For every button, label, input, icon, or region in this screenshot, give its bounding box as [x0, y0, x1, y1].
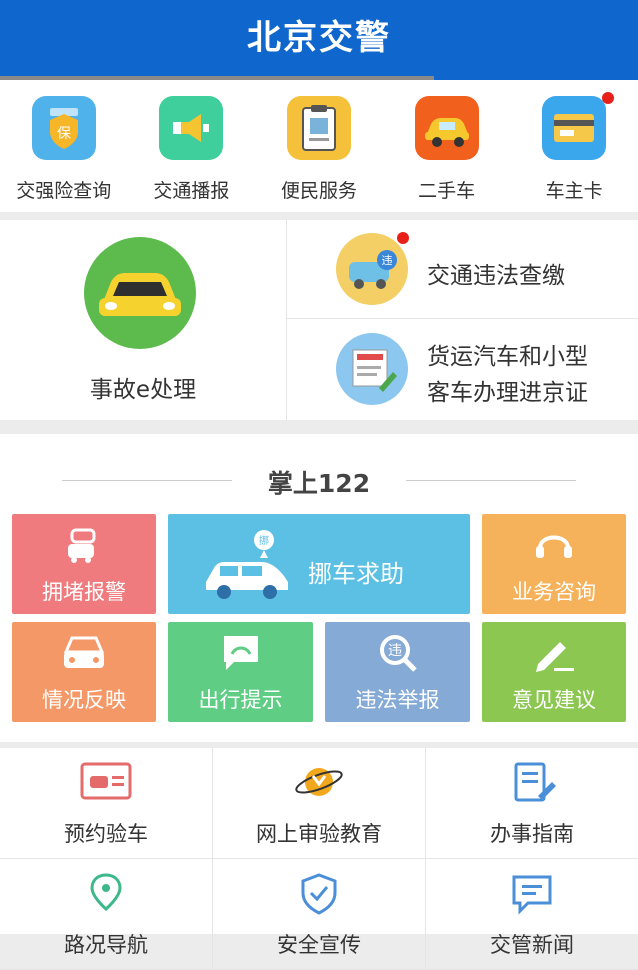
violation-report-label: 违法举报: [355, 688, 440, 712]
move-car-icon: 挪: [206, 530, 288, 599]
section-title: 掌上122: [267, 469, 371, 498]
online-education-label: 网上审验教育: [256, 822, 382, 846]
location-pin-icon: [90, 873, 122, 911]
suggestion-tile[interactable]: 意见建议: [482, 622, 626, 722]
business-consult-tile[interactable]: 业务咨询: [482, 514, 626, 614]
permit-label-line1: 货运汽车和小型: [427, 344, 588, 370]
situation-feedback-label: 情况反映: [42, 688, 126, 712]
vehicle-inspection-booking-label: 预约验车: [64, 822, 148, 846]
quick-services-row: 保 交强险查询 交通播报 便民服务 二手车 车主卡: [0, 80, 638, 212]
clipboard-id-icon: [286, 96, 351, 160]
notebook-pen-icon: [514, 762, 556, 802]
insurance-query-item[interactable]: 保 交强险查询: [0, 80, 128, 212]
online-education-item[interactable]: 网上审验教育: [213, 748, 426, 859]
cars-icon: [68, 528, 96, 563]
insurance-query-label: 交强险查询: [16, 180, 112, 202]
violation-query-label: 交通违法查缴: [427, 263, 565, 289]
pencil-icon: [536, 642, 574, 672]
insurance-shield-icon: 保: [31, 96, 96, 160]
travel-tips-label: 出行提示: [198, 688, 283, 712]
zhangshang-122-section: 掌上122 拥堵报警 挪 挪车求助 业务咨询 情况反映 出行提示 违 违法举报 …: [0, 434, 638, 742]
used-car-label: 二手车: [418, 180, 476, 202]
traffic-news-item[interactable]: 交管新闻: [426, 859, 638, 970]
car-icon: [414, 96, 479, 160]
page-title: 北京交警: [247, 18, 391, 58]
divider-right: [406, 480, 576, 481]
traffic-broadcast-item[interactable]: 交通播报: [128, 80, 256, 212]
svg-text:违: 违: [388, 643, 402, 659]
service-guide-item[interactable]: 办事指南: [426, 748, 638, 859]
notification-dot: [397, 232, 409, 244]
featured-services: 事故e处理 违 交通违法查缴 货运汽车和小型 客车办理进京证: [0, 220, 638, 420]
travel-tips-tile[interactable]: 出行提示: [168, 622, 313, 722]
svg-text:保: 保: [57, 126, 71, 142]
permit-document-icon: [336, 333, 408, 405]
megaphone-icon: [159, 96, 224, 160]
shield-check-icon: [301, 873, 337, 915]
situation-feedback-tile[interactable]: 情况反映: [12, 622, 156, 722]
svg-text:挪: 挪: [259, 534, 269, 547]
violation-car-icon: 违: [336, 233, 408, 305]
owner-card-label: 车主卡: [545, 180, 603, 202]
service-guide-label: 办事指南: [490, 822, 574, 846]
more-services-grid: 预约验车 网上审验教育 办事指南 路况导航 安全宣传 交管新闻: [0, 748, 638, 970]
used-car-item[interactable]: 二手车: [383, 80, 511, 212]
message-icon: [512, 875, 552, 915]
chat-bubble-icon: [224, 636, 258, 670]
congestion-report-label: 拥堵报警: [42, 580, 126, 604]
headset-icon: [536, 535, 572, 558]
convenience-service-label: 便民服务: [280, 180, 357, 202]
move-car-help-label: 挪车求助: [308, 560, 404, 588]
globe-ring-icon: [295, 768, 343, 796]
accident-car-icon: [84, 237, 196, 349]
violation-query-card[interactable]: 违 交通违法查缴: [287, 220, 638, 319]
business-consult-label: 业务咨询: [512, 580, 596, 604]
safety-promotion-item[interactable]: 安全宣传: [213, 859, 426, 970]
permit-label: 货运汽车和小型 客车办理进京证: [427, 339, 588, 411]
credit-card-icon: [542, 96, 607, 160]
congestion-report-tile[interactable]: 拥堵报警: [12, 514, 156, 614]
permit-label-line2: 客车办理进京证: [427, 380, 588, 406]
svg-text:违: 违: [382, 254, 393, 267]
suggestion-label: 意见建议: [512, 688, 596, 712]
violation-report-tile[interactable]: 违 违法举报: [325, 622, 470, 722]
owner-card-item[interactable]: 车主卡: [510, 80, 638, 212]
accident-handling-card[interactable]: 事故e处理: [0, 220, 287, 420]
traffic-broadcast-label: 交通播报: [153, 180, 230, 202]
app-header: 北京交警: [0, 0, 638, 80]
vehicle-inspection-booking-item[interactable]: 预约验车: [0, 748, 213, 859]
car-front-icon: [63, 636, 105, 668]
accident-handling-label: 事故e处理: [89, 377, 197, 403]
magnifier-report-icon: 违: [380, 635, 417, 672]
move-car-help-tile[interactable]: 挪 挪车求助: [168, 514, 470, 614]
car-card-icon: [80, 762, 132, 800]
notification-dot: [602, 92, 615, 104]
convenience-service-item[interactable]: 便民服务: [255, 80, 383, 212]
beijing-permit-card[interactable]: 货运汽车和小型 客车办理进京证: [287, 319, 638, 420]
road-navigation-item[interactable]: 路况导航: [0, 859, 213, 970]
